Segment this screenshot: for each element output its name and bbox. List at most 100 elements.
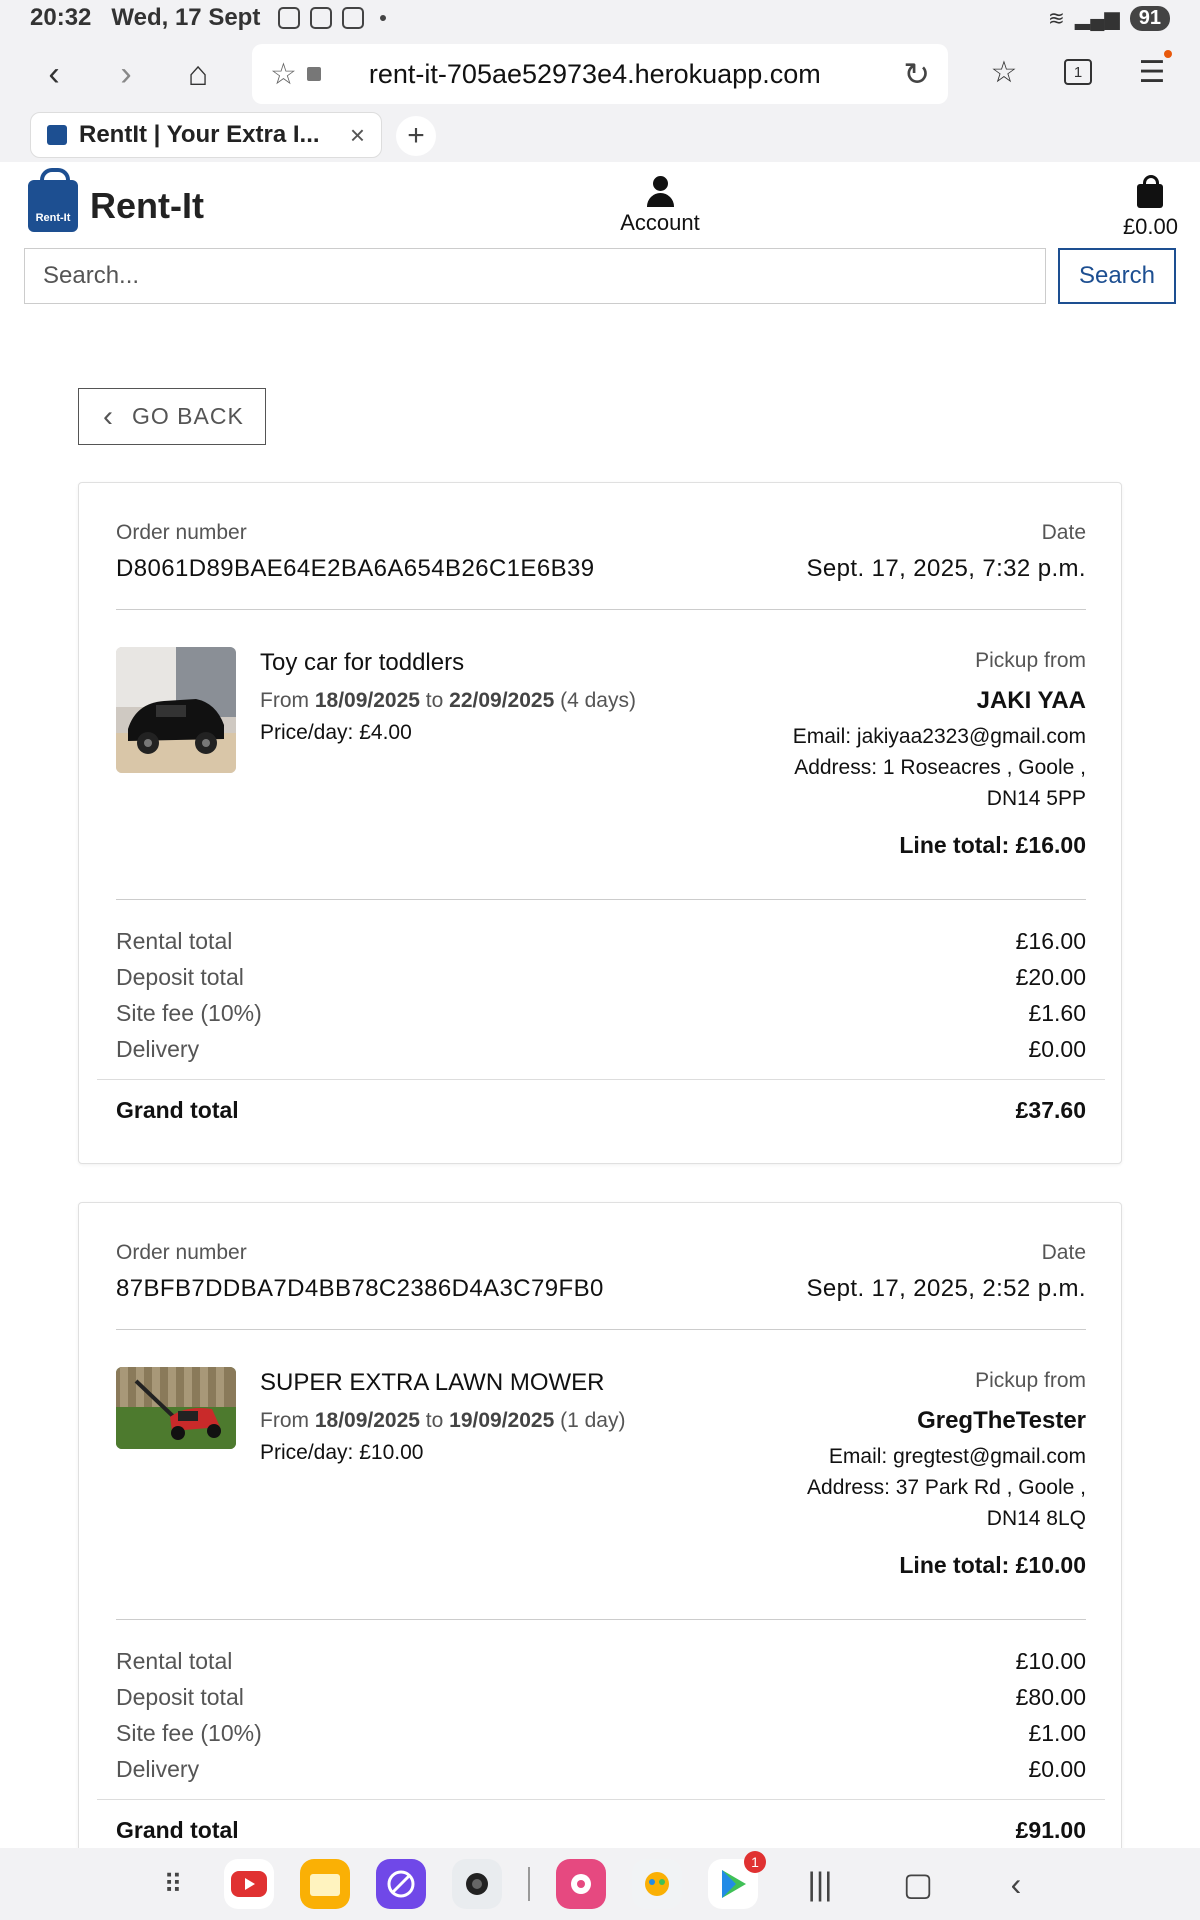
order-totals: Rental total £16.00 Deposit total £20.00 S… <box>116 923 1086 1067</box>
play-icon <box>310 7 333 29</box>
recent-apps-icon[interactable]: ||| <box>784 1866 856 1903</box>
camera-app-icon[interactable] <box>452 1859 502 1909</box>
system-nav-bar: ⠿ 1 ||| ▢ ‹ <box>0 1848 1200 1920</box>
owner-address: Address: 1 Roseacres , Goole , DN14 5PP <box>794 756 1086 810</box>
gallery-app-icon[interactable] <box>556 1859 606 1909</box>
tab-count: 1 <box>1064 59 1092 85</box>
forward-icon[interactable]: › <box>98 46 154 102</box>
reload-icon[interactable]: ↻ <box>903 55 930 93</box>
youtube-app-icon[interactable] <box>224 1859 274 1909</box>
shopping-bag-icon <box>1137 175 1164 208</box>
menu-icon[interactable]: ☰ <box>1128 48 1176 96</box>
nav-separator <box>528 1867 530 1901</box>
account-link[interactable]: Account <box>610 176 710 236</box>
lock-icon <box>306 67 321 81</box>
app-drawer-icon[interactable]: ⠿ <box>148 1869 198 1900</box>
delivery-value: £0.00 <box>1028 1035 1086 1062</box>
owner-address: Address: 37 Park Rd , Goole , DN14 8LQ <box>807 1476 1086 1530</box>
tabs-button[interactable]: 1 <box>1054 48 1102 96</box>
home-button-icon[interactable]: ▢ <box>882 1865 954 1903</box>
play-store-app-icon[interactable]: 1 <box>708 1851 766 1909</box>
home-icon[interactable]: ⌂ <box>170 46 226 102</box>
pickup-label: Pickup from <box>975 1369 1086 1392</box>
back-button-icon[interactable]: ‹ <box>980 1866 1052 1903</box>
internet-app-icon[interactable] <box>376 1859 426 1909</box>
rental-duration: (1 day) <box>560 1409 626 1432</box>
cart-link[interactable]: £0.00 <box>1123 175 1178 240</box>
status-bar: 20:32 Wed, 17 Sept ≋ ▂▄▆ 91 <box>0 0 1200 36</box>
bookmark-star-icon[interactable]: ☆ <box>270 57 297 92</box>
game-app-icon[interactable] <box>632 1859 682 1909</box>
item-rental-dates: From 18/09/2025 to 19/09/2025 (1 day) <box>260 1405 680 1437</box>
rental-total-row: Rental total £16.00 <box>116 923 1086 959</box>
deposit-total-row: Deposit total £20.00 <box>116 959 1086 995</box>
grand-total-value: £37.60 <box>1015 1097 1086 1123</box>
go-back-button[interactable]: ‹ GO BACK <box>78 388 266 445</box>
order-card: Order number D8061D89BAE64E2BA6A654B26C1… <box>78 482 1122 1164</box>
address-bar[interactable]: ☆ rent-it-705ae52973e4.herokuapp.com ↻ <box>252 44 948 104</box>
item-rental-dates: From 18/09/2025 to 22/09/2025 (4 days) <box>260 685 640 717</box>
to-date: 19/09/2025 <box>449 1409 555 1432</box>
browser-tab[interactable]: RentIt | Your Extra I... × <box>30 112 382 158</box>
deposit-total-value: £80.00 <box>1015 1683 1086 1710</box>
menu-update-dot <box>1164 50 1172 58</box>
url-text[interactable]: rent-it-705ae52973e4.herokuapp.com <box>369 59 821 90</box>
search-form: Search <box>24 248 1176 304</box>
from-date: 18/09/2025 <box>314 1409 420 1432</box>
wifi-icon: ≋ <box>1048 7 1065 30</box>
logo-badge-text: Rent-It <box>35 212 71 224</box>
item-thumbnail[interactable] <box>116 1367 236 1449</box>
order-header: Order number 87BFB7DDBA7D4BB78C2386D4A3C… <box>116 1241 1086 1313</box>
date-label: Date <box>1041 1241 1086 1264</box>
site-fee-label: Site fee (10%) <box>116 1719 262 1746</box>
pickup-details: Pickup from JAKI YAA Email: jakiyaa2323@… <box>666 649 1086 859</box>
owner-email: Email: gregtest@gmail.com <box>828 1445 1086 1468</box>
line-total: Line total: £16.00 <box>899 832 1086 858</box>
owner-name: JAKI YAA <box>976 687 1086 714</box>
browser-toolbar: ‹ › ⌂ ☆ rent-it-705ae52973e4.herokuapp.c… <box>0 36 1200 112</box>
delivery-value: £0.00 <box>1028 1755 1086 1782</box>
back-icon[interactable]: ‹ <box>26 46 82 102</box>
item-title[interactable]: Toy car for toddlers <box>260 649 640 677</box>
site-fee-value: £1.60 <box>1028 999 1086 1026</box>
files-app-icon[interactable] <box>300 1859 350 1909</box>
delivery-row: Delivery £0.00 <box>116 1751 1086 1787</box>
item-thumbnail[interactable] <box>116 647 236 773</box>
shopping-bag-logo-icon: Rent-It <box>28 168 78 232</box>
notification-badge: 1 <box>744 1851 766 1873</box>
screenshot-icon <box>278 7 301 29</box>
bookmarks-icon[interactable]: ☆ <box>980 48 1028 96</box>
item-title[interactable]: SUPER EXTRA LAWN MOWER <box>260 1369 680 1397</box>
notification-icons <box>278 7 387 29</box>
status-date: Wed, 17 Sept <box>111 4 261 31</box>
site-fee-label: Site fee (10%) <box>116 999 262 1026</box>
site-logo[interactable]: Rent-It Rent-It <box>28 168 204 232</box>
divider <box>116 1619 1086 1620</box>
price-per-day: Price/day: £4.00 <box>260 721 412 744</box>
more-dot-icon <box>380 15 387 21</box>
delivery-label: Delivery <box>116 1035 200 1062</box>
rental-duration: (4 days) <box>560 689 636 712</box>
search-input[interactable] <box>24 248 1046 304</box>
divider <box>116 1329 1086 1330</box>
divider <box>116 899 1086 900</box>
new-tab-button[interactable]: + <box>396 116 436 156</box>
order-header: Order number D8061D89BAE64E2BA6A654B26C1… <box>116 521 1086 593</box>
divider <box>97 1799 1105 1800</box>
from-date: 18/09/2025 <box>314 689 420 712</box>
person-icon <box>645 176 675 208</box>
pickup-label: Pickup from <box>975 649 1086 672</box>
line-total: Line total: £10.00 <box>899 1552 1086 1578</box>
grand-total-row: Grand total £91.00 <box>116 1817 1086 1844</box>
from-label: From <box>260 689 309 712</box>
pickup-details: Pickup from GregTheTester Email: gregtes… <box>666 1369 1086 1579</box>
close-tab-icon[interactable]: × <box>350 120 365 151</box>
deposit-total-label: Deposit total <box>116 1683 244 1710</box>
site-fee-value: £1.00 <box>1028 1719 1086 1746</box>
owner-email: Email: jakiyaa2323@gmail.com <box>792 725 1086 748</box>
tab-title: RentIt | Your Extra I... <box>79 121 320 148</box>
go-back-label: GO BACK <box>132 403 244 429</box>
search-button[interactable]: Search <box>1058 248 1176 304</box>
deposit-total-value: £20.00 <box>1015 963 1086 990</box>
grand-total-row: Grand total £37.60 <box>116 1097 1086 1124</box>
